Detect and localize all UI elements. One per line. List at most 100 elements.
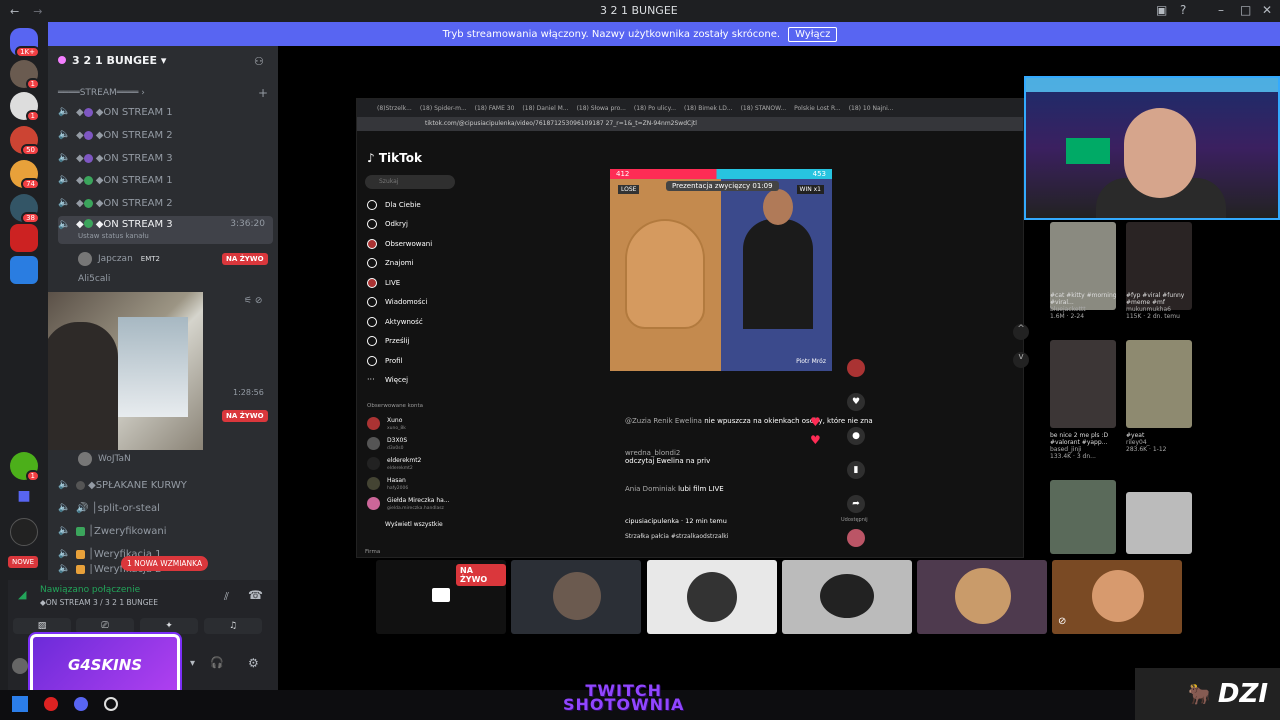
followed-account[interactable]: Hasan hafy2006 — [387, 477, 408, 491]
user-avatar[interactable] — [12, 658, 28, 674]
video-thumbnail[interactable] — [1126, 492, 1192, 554]
participant-tile-screen[interactable]: NA ŻYWO — [376, 560, 506, 634]
participant-tile[interactable] — [782, 560, 912, 634]
voice-channel[interactable]: 🔈 ◆ ◆ON STREAM 1 — [58, 102, 273, 122]
voice-channel[interactable]: 🔈 │ Zweryfikowani — [58, 521, 273, 541]
mic-dropdown-icon[interactable]: ▾ — [190, 658, 195, 669]
voice-channel[interactable]: 🔈 ◆SPŁAKANE KURWY — [58, 475, 273, 495]
channel-status[interactable]: Ustaw status kanału — [78, 232, 149, 240]
voice-channel[interactable]: 🔈 ◆ ◆ON STREAM 2 — [58, 193, 273, 213]
discord-home-icon[interactable]: 1K+ — [10, 28, 40, 58]
see-all-link[interactable]: Wyświetl wszystkie — [385, 521, 443, 528]
sound-avatar[interactable] — [847, 529, 865, 547]
server-icon[interactable]: 1 — [10, 60, 40, 90]
server-icon[interactable] — [10, 518, 38, 546]
screen-share-button[interactable]: ⎚ — [76, 618, 134, 634]
nav-item[interactable]: Znajomi — [385, 259, 414, 267]
server-icon[interactable]: 74 — [10, 160, 40, 190]
server-icon[interactable] — [10, 256, 38, 284]
browser-tab[interactable]: (18) 10 Najni... — [849, 105, 894, 112]
back-arrow-icon[interactable]: ← — [10, 5, 19, 18]
bookmark-icon[interactable]: ▮ — [847, 461, 865, 479]
nav-item[interactable]: Więcej — [385, 376, 408, 384]
voice-status[interactable]: Nawiązano połączenie — [40, 585, 140, 595]
nav-item[interactable]: Aktywność — [385, 318, 423, 326]
server-icon[interactable]: 38 — [10, 194, 40, 224]
server-icon[interactable]: 50 — [10, 126, 40, 156]
browser-tab[interactable]: (8)Strzelk... — [377, 105, 412, 112]
browser-tab[interactable]: (18) Bimek LD... — [684, 105, 733, 112]
noise-suppression-icon[interactable]: ⫽ — [224, 590, 229, 604]
inbox-icon[interactable]: ▣ — [1156, 3, 1167, 17]
browser-tab[interactable]: Polskie Lost R... — [794, 105, 841, 112]
voice-user[interactable]: WoJTaN — [78, 452, 131, 466]
opera-icon[interactable] — [44, 697, 58, 711]
tiktok-search[interactable]: Szukaj — [365, 175, 455, 189]
nav-item[interactable]: Dla Ciebie — [385, 201, 421, 209]
scroll-up-icon[interactable]: ^ — [1013, 324, 1029, 340]
add-channel-icon[interactable]: + — [258, 86, 268, 100]
windows-start-icon[interactable] — [12, 696, 28, 712]
nav-item[interactable]: LIVE — [385, 279, 400, 287]
nav-item[interactable]: Profil — [385, 357, 402, 365]
webcam-preview[interactable] — [48, 292, 203, 450]
server-icon[interactable]: 1 — [10, 452, 40, 482]
nav-item[interactable]: Odkryj — [385, 220, 408, 228]
discord-icon[interactable] — [74, 697, 88, 711]
activities-button[interactable]: ✦ — [140, 618, 198, 634]
browser-tab[interactable]: (18) Daniel M... — [522, 105, 568, 112]
invite-icon[interactable]: ⚇ — [254, 55, 264, 68]
server-icon[interactable]: 1 — [10, 92, 40, 122]
voice-channel[interactable]: 🔈 ◆ ◆ON STREAM 1 — [58, 170, 273, 190]
server-icon[interactable] — [10, 224, 38, 252]
voice-channel-active[interactable]: 🔈 ◆ ◆ON STREAM 3 3:36:20 Ustaw status kanał… — [58, 216, 273, 244]
browser-tab[interactable]: (18) Słowa pro... — [577, 105, 626, 112]
video-author[interactable]: cipusiacipulenka · 12 min temu — [625, 517, 727, 525]
voice-channel[interactable]: 🔈 ◆ ◆ON STREAM 3 — [58, 148, 273, 168]
category-header[interactable]: ════STREAM════ › — [58, 88, 258, 98]
voice-user[interactable]: Japczan EMT2 — [78, 252, 160, 266]
close-icon[interactable]: ✕ — [1262, 3, 1272, 17]
headphones-icon[interactable]: 🎧 — [210, 656, 224, 669]
tiktok-logo[interactable]: ♪ TikTok — [367, 151, 422, 165]
participant-tile[interactable] — [917, 560, 1047, 634]
minimize-icon[interactable]: – — [1218, 3, 1224, 17]
like-icon[interactable]: ♥ — [847, 393, 865, 411]
nav-item[interactable]: Prześlij — [385, 337, 409, 345]
comment-icon[interactable]: ● — [847, 427, 865, 445]
browser-tab[interactable]: (18) FAME 30 — [475, 105, 515, 112]
scroll-down-icon[interactable]: v — [1013, 352, 1029, 368]
browser-tab[interactable]: (18) STANOW... — [741, 105, 787, 112]
obs-icon[interactable] — [104, 697, 118, 711]
video-thumbnail[interactable] — [1050, 340, 1116, 428]
video-thumbnail[interactable] — [1126, 340, 1192, 428]
followed-account[interactable]: Xuno xuno_8k — [387, 417, 406, 431]
video-thumbnail[interactable] — [1050, 480, 1116, 554]
settings-gear-icon[interactable]: ⚙ — [248, 656, 259, 670]
voice-channel[interactable]: 🔈 🔊 │ split-or-steal — [58, 498, 273, 518]
browser-tab[interactable]: (18) Po ulicy... — [634, 105, 676, 112]
forward-arrow-icon[interactable]: → — [33, 5, 42, 18]
shared-screen[interactable]: (8)Strzelk... (18) Spider-m... (18) FAME… — [356, 98, 1024, 558]
camera-off-button[interactable]: ▨ — [13, 618, 71, 634]
share-icon[interactable]: ➦ — [847, 495, 865, 513]
browser-tab[interactable]: (18) Spider-m... — [420, 105, 467, 112]
soundboard-button[interactable]: ♫ — [204, 618, 262, 634]
nav-item[interactable]: Wiadomości — [385, 298, 427, 306]
participant-tile[interactable] — [511, 560, 641, 634]
nav-item[interactable]: Obserwowani — [385, 240, 432, 248]
followed-account[interactable]: Giełda Mireczka ha... gielda.mireczka.han… — [387, 497, 450, 511]
disable-streamer-mode-button[interactable]: Wyłącz — [788, 26, 838, 42]
disconnect-icon[interactable]: ☎ — [248, 588, 263, 602]
help-icon[interactable]: ? — [1180, 3, 1186, 17]
participant-tile[interactable]: ⊘ — [1052, 560, 1182, 634]
live-battle-video[interactable]: 412 453 LOSE WIN x1 Piotr Mróz Prezentac… — [610, 169, 832, 371]
address-bar[interactable]: tiktok.com/@cipusiacipulenka/video/76187… — [357, 117, 1023, 131]
participant-tile[interactable] — [647, 560, 777, 634]
server-header[interactable]: 3 2 1 BUNGEE ▾ — [58, 54, 166, 67]
creator-avatar[interactable] — [847, 359, 865, 377]
new-mention-pill[interactable]: 1 NOWA WZMIANKA — [121, 556, 209, 571]
footer-link[interactable]: Firma — [365, 549, 380, 555]
folder-icon[interactable]: ■ — [10, 488, 38, 516]
followed-account[interactable]: elderekmt2 elderekmt2 — [387, 457, 421, 471]
